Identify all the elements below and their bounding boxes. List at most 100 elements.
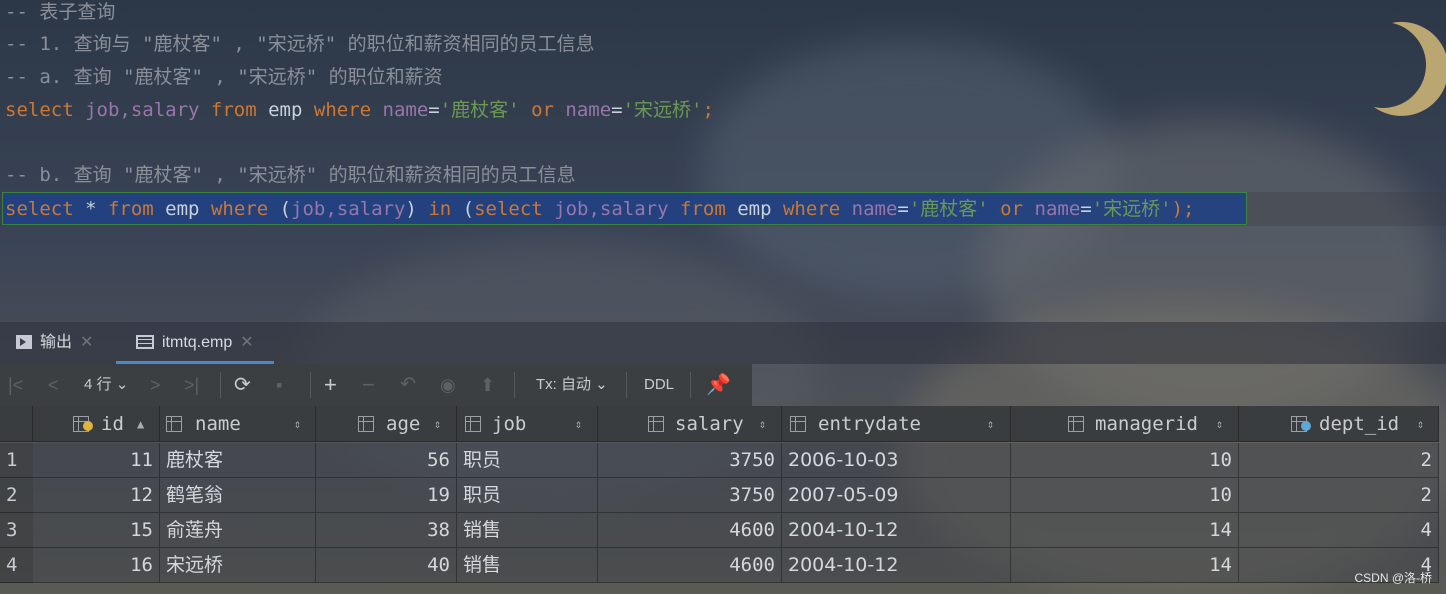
last-page-icon[interactable]: >| <box>184 364 199 406</box>
column-icon <box>166 416 182 432</box>
column-header-entrydate[interactable]: entrydate ⇕ <box>782 406 1011 442</box>
column: name <box>840 198 898 220</box>
next-page-icon[interactable]: > <box>150 364 161 406</box>
sort-icon[interactable]: ⇕ <box>575 406 582 442</box>
cell-job[interactable]: 职员 <box>457 443 598 478</box>
sort-icon[interactable]: ⇕ <box>294 406 301 442</box>
sort-icon[interactable]: ⇕ <box>1216 406 1223 442</box>
cell-id[interactable]: 15 <box>33 513 160 548</box>
cell-managerid[interactable]: 14 <box>1011 513 1239 548</box>
cell-name[interactable]: 俞莲舟 <box>160 513 316 548</box>
operator: = <box>897 198 909 220</box>
row-count-dropdown[interactable]: 4 行 ⌄ <box>84 364 128 406</box>
prev-page-icon[interactable]: < <box>48 364 59 406</box>
primary-key-icon <box>83 421 93 431</box>
add-row-icon[interactable]: + <box>324 364 337 406</box>
close-icon[interactable]: ✕ <box>80 334 93 351</box>
cell-salary[interactable]: 4600 <box>598 548 782 583</box>
column-header-managerid[interactable]: managerid ⇕ <box>1011 406 1239 442</box>
cell-salary[interactable]: 4600 <box>598 513 782 548</box>
transaction-mode-dropdown[interactable]: Tx: 自动 ⌄ <box>536 364 608 406</box>
divider <box>690 372 691 398</box>
cell-name[interactable]: 鹤笔翁 <box>160 478 316 513</box>
column-header-job[interactable]: job ⇕ <box>457 406 598 442</box>
table-name: emp <box>268 99 303 121</box>
result-grid[interactable]: id ▲ name ⇕ age ⇕ job ⇕ salary ⇕ entryda… <box>0 406 1446 594</box>
keyword: in <box>428 198 452 220</box>
watermark: CSDN @洛-桥 <box>1354 571 1432 585</box>
table-name: emp <box>725 198 783 220</box>
chevron-down-icon: ⌄ <box>115 376 129 393</box>
cell-age[interactable]: 19 <box>316 478 457 513</box>
row-number[interactable]: 1 <box>0 443 33 478</box>
cell-salary[interactable]: 3750 <box>598 478 782 513</box>
cell-entrydate[interactable]: 2006-10-03 <box>782 443 1011 478</box>
refresh-icon[interactable]: ⟳ <box>234 364 251 406</box>
sql-editor[interactable]: -- 表子查询 -- 1. 查询与 "鹿杖客" , "宋远桥" 的职位和薪资相同… <box>0 0 1446 322</box>
column-header-dept-id[interactable]: dept_id ⇕ <box>1239 406 1439 442</box>
column-header-label: dept_id <box>1319 413 1400 435</box>
operator: = <box>428 99 440 121</box>
cell-managerid[interactable]: 10 <box>1011 478 1239 513</box>
cell-entrydate[interactable]: 2007-05-09 <box>782 478 1011 513</box>
cell-job[interactable]: 职员 <box>457 478 598 513</box>
cell-id[interactable]: 12 <box>33 478 160 513</box>
cell-dept-id[interactable]: 2 <box>1239 478 1439 513</box>
column-header-label: age <box>386 413 421 435</box>
delete-row-icon[interactable]: − <box>362 364 375 406</box>
cell-job[interactable]: 销售 <box>457 513 598 548</box>
keyword: where <box>210 198 269 220</box>
column-header-salary[interactable]: salary ⇕ <box>598 406 782 442</box>
tab-output[interactable]: 输出 ✕ <box>16 322 93 364</box>
pin-icon[interactable]: 📌 <box>706 364 731 406</box>
paren: ( <box>451 198 475 220</box>
column-icon <box>465 416 481 432</box>
operator: = <box>1080 198 1092 220</box>
cell-entrydate[interactable]: 2004-10-12 <box>782 548 1011 583</box>
preview-icon[interactable]: ◉ <box>440 364 456 406</box>
string-literal: '宋远桥' <box>1091 198 1172 220</box>
cell-age[interactable]: 40 <box>316 548 457 583</box>
comment-line: -- a. 查询 "鹿杖客" , "宋远桥" 的职位和薪资 <box>5 66 443 88</box>
cell-dept-id[interactable]: 4 <box>1239 513 1439 548</box>
tx-label: Tx: 自动 <box>536 376 591 393</box>
cell-entrydate[interactable]: 2004-10-12 <box>782 513 1011 548</box>
ddl-button[interactable]: DDL <box>644 364 674 406</box>
cell-id[interactable]: 11 <box>33 443 160 478</box>
row-number[interactable]: 2 <box>0 478 33 513</box>
column-header-id[interactable]: id ▲ <box>33 406 160 442</box>
sort-icon[interactable]: ⇕ <box>434 406 441 442</box>
cell-job[interactable]: 销售 <box>457 548 598 583</box>
stop-icon[interactable]: ▪ <box>276 364 282 406</box>
table-name: emp <box>153 198 211 220</box>
sort-icon[interactable]: ⇕ <box>1417 406 1424 442</box>
submit-icon[interactable]: ⬆ <box>480 364 495 406</box>
revert-icon[interactable]: ↶ <box>400 364 416 406</box>
cell-managerid[interactable]: 10 <box>1011 443 1239 478</box>
cell-dept-id[interactable]: 2 <box>1239 443 1439 478</box>
sort-icon[interactable]: ▲ <box>137 406 144 442</box>
sort-icon[interactable]: ⇕ <box>987 406 994 442</box>
tab-table-emp[interactable]: itmtq.emp ✕ <box>116 322 274 364</box>
sql-statement-a[interactable]: select job,salary from emp where name='鹿… <box>5 95 714 125</box>
cell-age[interactable]: 38 <box>316 513 457 548</box>
cell-age[interactable]: 56 <box>316 443 457 478</box>
cell-id[interactable]: 16 <box>33 548 160 583</box>
cell-name[interactable]: 宋远桥 <box>160 548 316 583</box>
column-icon <box>648 416 664 432</box>
column-list: job,salary <box>291 198 406 220</box>
row-count-label: 4 行 <box>84 376 112 393</box>
sort-icon[interactable]: ⇕ <box>759 406 766 442</box>
column-header-age[interactable]: age ⇕ <box>316 406 457 442</box>
table-icon <box>136 335 154 349</box>
row-number[interactable]: 3 <box>0 513 33 548</box>
column-header-label: managerid <box>1095 413 1198 435</box>
cell-managerid[interactable]: 14 <box>1011 548 1239 583</box>
cell-salary[interactable]: 3750 <box>598 443 782 478</box>
column-header-name[interactable]: name ⇕ <box>160 406 316 442</box>
first-page-icon[interactable]: |< <box>8 364 23 406</box>
row-number[interactable]: 4 <box>0 548 33 583</box>
close-icon[interactable]: ✕ <box>240 334 253 351</box>
cell-name[interactable]: 鹿杖客 <box>160 443 316 478</box>
sql-statement-b[interactable]: select * from emp where (job,salary) in … <box>5 194 1195 224</box>
